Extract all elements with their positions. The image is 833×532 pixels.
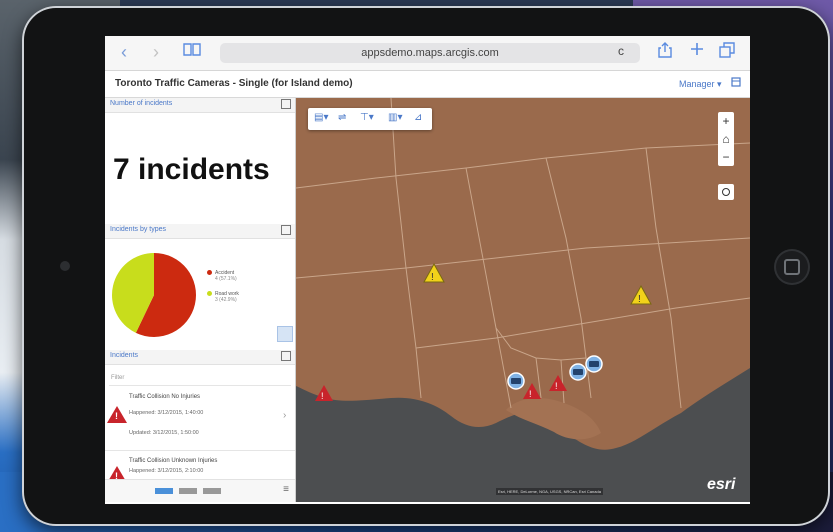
measure-icon[interactable]: ⊿ xyxy=(414,112,422,123)
svg-text:!: ! xyxy=(555,381,558,391)
tablet-screen: ‹ › appsdemo.maps.arcgis.com c Toronto T… xyxy=(105,36,750,504)
pie-chart[interactable] xyxy=(109,250,199,340)
map-view[interactable]: ! ! ! ! ! ▤▾ ⇌ ⊤▾ ▥▾ ⊿ + ⌂ − Esri, HERE,… xyxy=(296,98,750,502)
count-panel-header: Number of incidents xyxy=(105,98,295,113)
zoom-out-button[interactable]: − xyxy=(718,148,734,166)
legend-accident: Accident 4 (57.1%) xyxy=(207,270,237,282)
maximize-icon[interactable] xyxy=(281,99,291,109)
filter-icon[interactable]: ⊤▾ xyxy=(360,112,374,123)
camera-marker[interactable] xyxy=(569,363,587,381)
layout-icon[interactable] xyxy=(731,77,741,90)
panel-scroll-button[interactable] xyxy=(277,326,293,342)
bookmarks-icon[interactable] xyxy=(183,42,201,61)
app-title: Toronto Traffic Cameras - Single (for Is… xyxy=(115,78,353,89)
url-field[interactable]: appsdemo.maps.arcgis.com xyxy=(220,43,640,63)
pie-svg[interactable] xyxy=(109,250,199,340)
map-attribution: Esri, HERE, DeLorme, NGA, USGS, NRCan, E… xyxy=(496,488,603,495)
forward-button[interactable]: › xyxy=(153,42,159,62)
legend-roadwork: Road work 3 (42.9%) xyxy=(207,291,239,303)
zoom-in-button[interactable]: + xyxy=(718,112,734,130)
incident-updated: Updated: 3/12/2015, 1:50:00 xyxy=(129,430,199,436)
types-panel-header: Incidents by types xyxy=(105,224,295,239)
legend-icon[interactable]: ▥▾ xyxy=(388,112,402,123)
dashboard-left-panel: Number of incidents 7 incidents Incident… xyxy=(105,98,296,502)
incident-count: 7 incidents xyxy=(113,153,270,186)
legend-value: 3 (42.9%) xyxy=(215,297,237,303)
chevron-right-icon: › xyxy=(283,410,287,421)
home-button[interactable] xyxy=(774,249,810,285)
esri-logo: esri xyxy=(707,476,736,493)
incident-filter-input[interactable]: Filter xyxy=(109,371,291,386)
count-panel-title: Number of incidents xyxy=(110,100,173,107)
panel-pager: ≡ xyxy=(105,479,295,502)
incident-happened: Happened: 3/12/2015, 1:40:00 xyxy=(129,410,204,416)
browser-toolbar: ‹ › appsdemo.maps.arcgis.com c xyxy=(105,36,750,71)
svg-text:!: ! xyxy=(638,294,641,305)
manager-menu[interactable]: Manager ▾ xyxy=(679,79,722,90)
home-icon[interactable]: ⌂ xyxy=(718,130,734,148)
maximize-icon[interactable] xyxy=(281,225,291,235)
page-indicator[interactable] xyxy=(203,488,221,494)
new-tab-icon[interactable] xyxy=(690,42,704,61)
app-header: Toronto Traffic Cameras - Single (for Is… xyxy=(105,71,750,98)
svg-text:!: ! xyxy=(321,391,324,401)
incidents-panel-title: Incidents xyxy=(110,352,139,359)
zoom-control: + ⌂ − xyxy=(718,112,734,166)
locate-button[interactable] xyxy=(718,184,734,200)
back-button[interactable]: ‹ xyxy=(121,42,127,62)
reload-button[interactable]: c xyxy=(618,44,624,58)
incident-list-item[interactable]: ! Traffic Collision Unknown Injuries Hap… xyxy=(105,452,295,483)
page-indicator-active[interactable] xyxy=(155,488,173,494)
legend-dot xyxy=(207,291,212,297)
basemap-icon[interactable]: ▤▾ xyxy=(314,112,328,123)
accident-icon: ! xyxy=(107,406,127,423)
map-toolbar: ▤▾ ⇌ ⊤▾ ▥▾ ⊿ xyxy=(308,108,432,130)
incidents-panel-header: Incidents xyxy=(105,350,295,365)
camera-marker[interactable] xyxy=(507,372,525,390)
legend-dot xyxy=(207,270,212,276)
incident-title: Traffic Collision No Injuries xyxy=(129,394,201,400)
menu-icon[interactable]: ≡ xyxy=(283,484,289,495)
svg-text:!: ! xyxy=(431,272,434,283)
layers-icon[interactable]: ⇌ xyxy=(338,112,346,123)
land-area xyxy=(296,98,750,450)
page-indicator[interactable] xyxy=(179,488,197,494)
incident-list-item[interactable]: ! Traffic Collision No Injuries Happened… xyxy=(105,388,295,451)
maximize-icon[interactable] xyxy=(281,351,291,361)
incident-title: Traffic Collision Unknown Injuries xyxy=(129,458,218,464)
camera-marker[interactable] xyxy=(585,355,603,373)
camera-icon xyxy=(60,261,70,271)
tabs-icon[interactable] xyxy=(719,42,735,63)
tablet-device: ‹ › appsdemo.maps.arcgis.com c Toronto T… xyxy=(22,6,830,526)
svg-text:!: ! xyxy=(529,389,532,399)
incident-happened: Happened: 3/12/2015, 2:10:00 xyxy=(129,468,204,474)
types-panel-title: Incidents by types xyxy=(110,226,167,233)
map-canvas[interactable]: ! ! ! ! ! xyxy=(296,98,750,502)
share-icon[interactable] xyxy=(658,42,672,63)
legend-value: 4 (57.1%) xyxy=(215,276,237,282)
